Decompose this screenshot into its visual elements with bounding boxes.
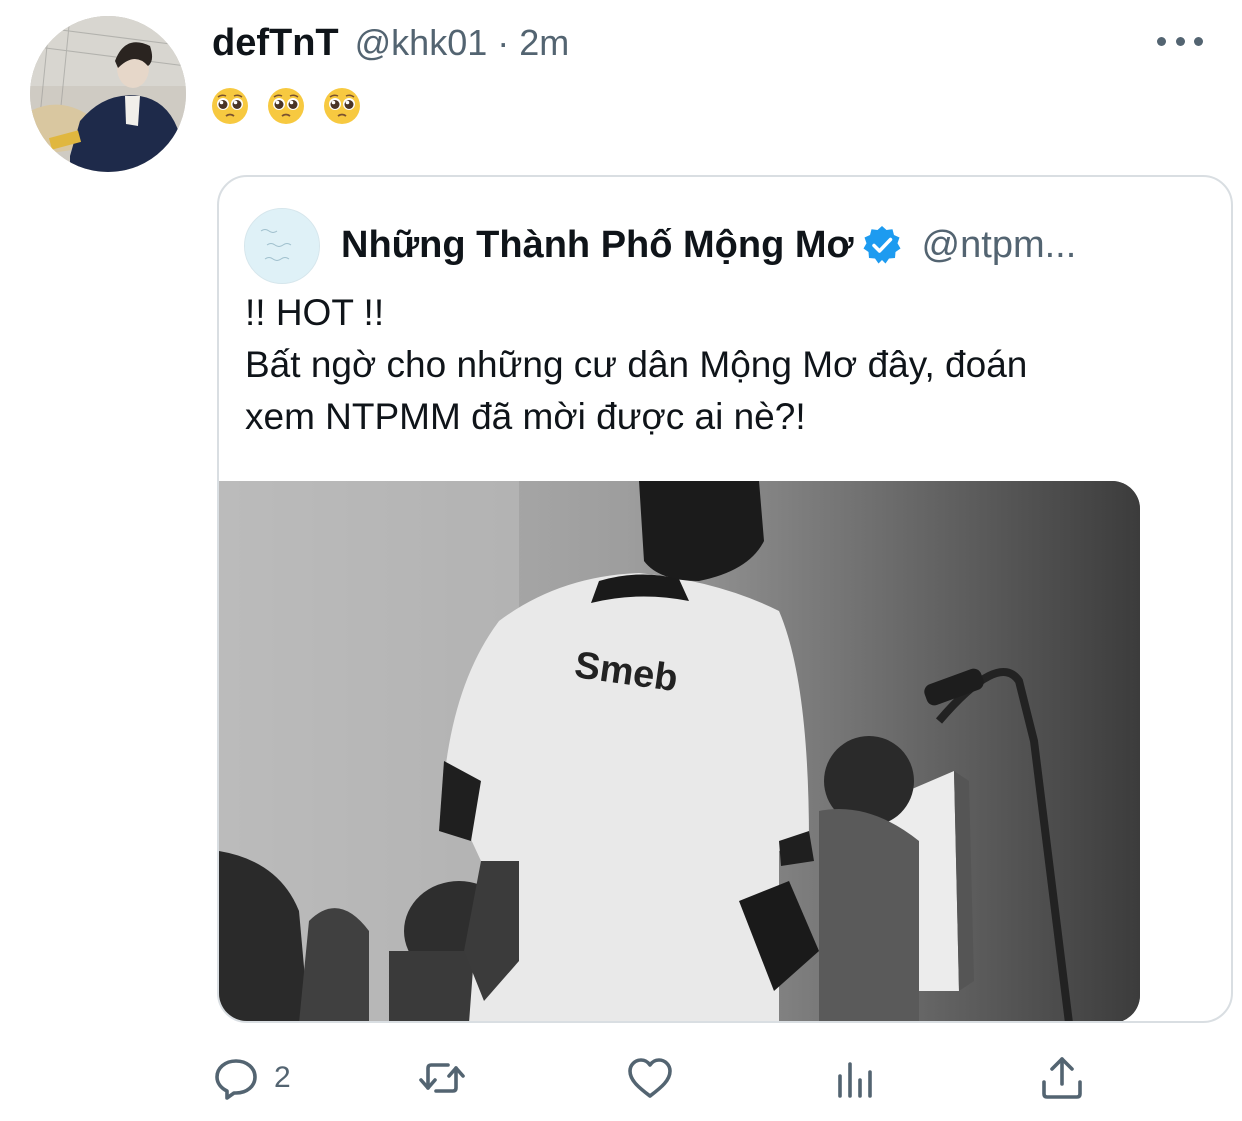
quoted-text-line: Bất ngờ cho những cư dân Mộng Mơ đây, đo… [245, 344, 1028, 385]
like-icon [628, 1058, 672, 1098]
reply-button[interactable]: 2 [212, 1050, 291, 1106]
pleading-face-emoji [268, 88, 304, 124]
more-options-icon[interactable] [1157, 30, 1203, 52]
quoted-tweet-card[interactable]: Những Thành Phố Mộng Mơ @ntpm... !! HOT … [217, 175, 1233, 1023]
tweet-text [210, 86, 362, 126]
tweet-time[interactable]: 2m [519, 22, 569, 64]
like-button[interactable] [626, 1050, 674, 1106]
verified-badge-icon [863, 226, 901, 264]
pleading-face-emoji [324, 88, 360, 124]
quoted-author-handle[interactable]: @ntpm... [922, 224, 1077, 267]
pleading-face-emoji [212, 88, 248, 124]
retweet-button[interactable] [418, 1050, 466, 1106]
analytics-button[interactable] [832, 1050, 880, 1106]
retweet-icon [419, 1063, 465, 1093]
reply-icon [215, 1059, 257, 1100]
tweet-header: defTnT @khk01 · 2m [212, 18, 569, 68]
quoted-text-line: xem NTPMM đã mời được ai nè?! [245, 396, 806, 437]
share-button[interactable] [1038, 1050, 1086, 1106]
separator: · [497, 22, 510, 63]
quoted-tweet-image[interactable]: Smeb [219, 481, 1140, 1021]
author-avatar[interactable] [30, 16, 186, 172]
share-icon [1042, 1057, 1082, 1099]
quoted-header: Những Thành Phố Mộng Mơ @ntpm... [341, 217, 1076, 273]
reply-count: 2 [274, 1061, 291, 1094]
quoted-tweet-text: !! HOT !! Bất ngờ cho những cư dân Mộng … [245, 287, 1205, 443]
analytics-icon [838, 1062, 872, 1098]
author-name[interactable]: defTnT [212, 22, 339, 65]
author-handle[interactable]: @khk01 [355, 22, 488, 64]
quoted-author-avatar[interactable] [244, 208, 320, 284]
quoted-text-line: !! HOT !! [245, 292, 385, 333]
action-bar: 2 [0, 1050, 1242, 1106]
quoted-author-name[interactable]: Những Thành Phố Mộng Mơ [341, 224, 854, 267]
